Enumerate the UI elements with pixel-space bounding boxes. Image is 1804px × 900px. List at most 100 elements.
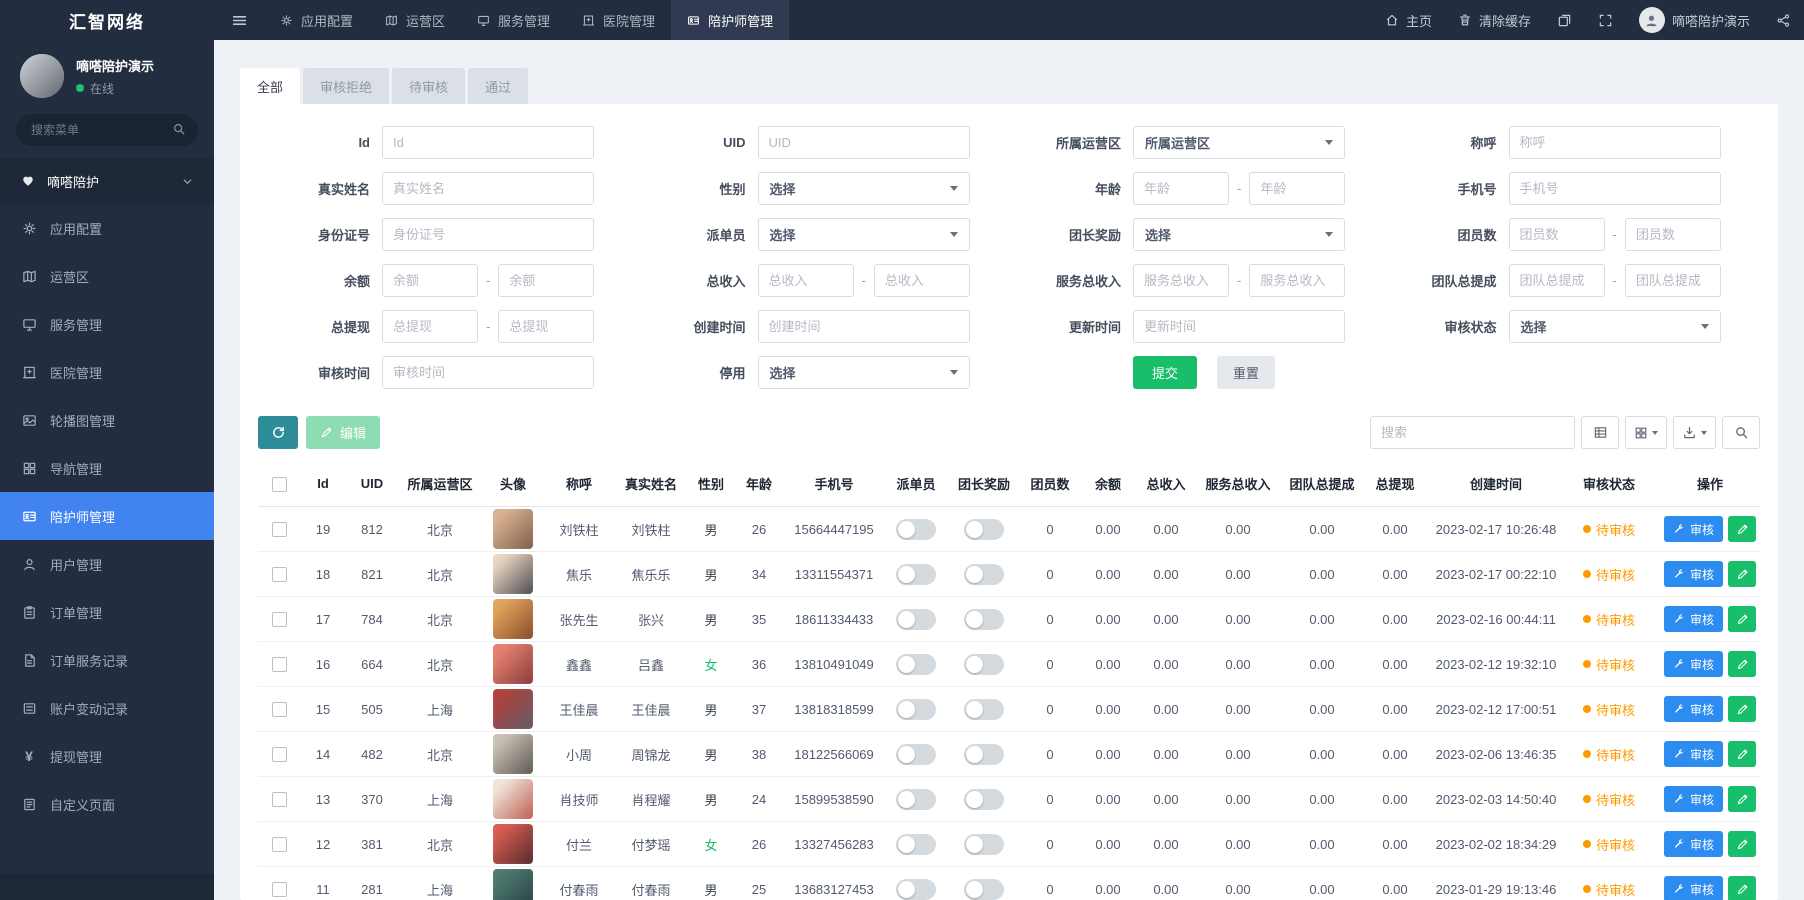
- row-checkbox[interactable]: [272, 792, 287, 807]
- topbar-tab-escorts[interactable]: 陪护师管理: [671, 0, 789, 40]
- escort-photo[interactable]: [493, 869, 533, 900]
- filter-service-income-min-input[interactable]: [1133, 264, 1229, 297]
- filter-uid-input[interactable]: [758, 126, 970, 159]
- row-checkbox[interactable]: [272, 702, 287, 717]
- dispatcher-toggle[interactable]: [896, 519, 936, 540]
- audit-button[interactable]: 审核: [1664, 561, 1723, 587]
- dispatcher-toggle[interactable]: [896, 834, 936, 855]
- topbar-tab-hospitals[interactable]: 医院管理: [566, 0, 671, 40]
- filter-audit-time-input[interactable]: [382, 356, 594, 389]
- leader-reward-toggle[interactable]: [964, 564, 1004, 585]
- refresh-button[interactable]: [258, 416, 298, 449]
- filter-withdraw-max-input[interactable]: [498, 310, 594, 343]
- row-edit-button[interactable]: [1728, 561, 1756, 587]
- filter-team-commission-max-input[interactable]: [1625, 264, 1721, 297]
- row-edit-button[interactable]: [1728, 741, 1756, 767]
- dispatcher-toggle[interactable]: [896, 699, 936, 720]
- sidebar-search-input[interactable]: [16, 114, 198, 146]
- row-checkbox[interactable]: [272, 612, 287, 627]
- refresh-tabs-button[interactable]: [1544, 0, 1585, 40]
- escort-photo[interactable]: [493, 734, 533, 774]
- filter-team-commission-min-input[interactable]: [1509, 264, 1605, 297]
- row-checkbox[interactable]: [272, 567, 287, 582]
- filter-id-input[interactable]: [382, 126, 594, 159]
- topbar-tab-regions[interactable]: 运营区: [369, 0, 461, 40]
- reset-button[interactable]: 重置: [1217, 356, 1275, 389]
- audit-button[interactable]: 审核: [1664, 651, 1723, 677]
- audit-button[interactable]: 审核: [1664, 516, 1723, 542]
- leader-reward-toggle[interactable]: [964, 834, 1004, 855]
- escort-photo[interactable]: [493, 779, 533, 819]
- status-tab-rejected[interactable]: 审核拒绝: [303, 68, 389, 104]
- leader-reward-toggle[interactable]: [964, 879, 1004, 900]
- filter-age-min-input[interactable]: [1133, 172, 1229, 205]
- row-checkbox[interactable]: [272, 522, 287, 537]
- sidebar-item-regions[interactable]: 运营区: [0, 252, 214, 300]
- topbar-user-menu[interactable]: 嘀嗒陪护演示: [1626, 0, 1763, 40]
- filter-leader-reward-select[interactable]: 选择: [1133, 218, 1345, 251]
- escort-photo[interactable]: [493, 824, 533, 864]
- table-wrapper[interactable]: IdUID所属运营区头像称呼真实姓名性别年龄手机号派单员团长奖励团员数余额总收入…: [258, 461, 1760, 900]
- dispatcher-toggle[interactable]: [896, 609, 936, 630]
- search-toggle-button[interactable]: [1722, 416, 1760, 449]
- filter-age-max-input[interactable]: [1249, 172, 1345, 205]
- sidebar-item-users[interactable]: 用户管理: [0, 540, 214, 588]
- row-checkbox[interactable]: [272, 657, 287, 672]
- filter-dispatcher-select[interactable]: 选择: [758, 218, 970, 251]
- dispatcher-toggle[interactable]: [896, 789, 936, 810]
- hamburger-menu-icon[interactable]: [214, 0, 264, 40]
- audit-button[interactable]: 审核: [1664, 831, 1723, 857]
- filter-members-min-input[interactable]: [1509, 218, 1605, 251]
- escort-photo[interactable]: [493, 689, 533, 729]
- export-button[interactable]: [1673, 416, 1716, 449]
- dispatcher-toggle[interactable]: [896, 744, 936, 765]
- row-checkbox[interactable]: [272, 882, 287, 897]
- filter-gender-select[interactable]: 选择: [758, 172, 970, 205]
- columns-button[interactable]: [1625, 416, 1667, 449]
- sidebar-item-escorts[interactable]: 陪护师管理: [0, 492, 214, 540]
- sidebar-item-withdrawals[interactable]: ¥ 提现管理: [0, 732, 214, 780]
- edit-button[interactable]: 编辑: [306, 416, 380, 449]
- leader-reward-toggle[interactable]: [964, 519, 1004, 540]
- filter-income-max-input[interactable]: [874, 264, 970, 297]
- share-button[interactable]: [1763, 0, 1804, 40]
- audit-button[interactable]: 审核: [1664, 696, 1723, 722]
- table-search-input[interactable]: [1370, 416, 1575, 449]
- sidebar-item-navigation[interactable]: 导航管理: [0, 444, 214, 492]
- row-edit-button[interactable]: [1728, 876, 1756, 900]
- filter-region-select[interactable]: 所属运营区: [1133, 126, 1345, 159]
- row-edit-button[interactable]: [1728, 831, 1756, 857]
- sidebar-item-account-logs[interactable]: 账户变动记录: [0, 684, 214, 732]
- filter-disabled-select[interactable]: 选择: [758, 356, 970, 389]
- status-tab-approved[interactable]: 通过: [468, 68, 528, 104]
- row-edit-button[interactable]: [1728, 786, 1756, 812]
- escort-photo[interactable]: [493, 599, 533, 639]
- row-edit-button[interactable]: [1728, 696, 1756, 722]
- sidebar-item-banners[interactable]: 轮播图管理: [0, 396, 214, 444]
- sidebar-item-app-config[interactable]: 应用配置: [0, 204, 214, 252]
- leader-reward-toggle[interactable]: [964, 789, 1004, 810]
- row-edit-button[interactable]: [1728, 651, 1756, 677]
- home-link[interactable]: 主页: [1372, 0, 1445, 40]
- escort-photo[interactable]: [493, 509, 533, 549]
- leader-reward-toggle[interactable]: [964, 699, 1004, 720]
- filter-withdraw-min-input[interactable]: [382, 310, 478, 343]
- sidebar-item-hospitals[interactable]: 医院管理: [0, 348, 214, 396]
- sidebar-item-services[interactable]: 服务管理: [0, 300, 214, 348]
- row-edit-button[interactable]: [1728, 516, 1756, 542]
- filter-balance-max-input[interactable]: [498, 264, 594, 297]
- fullscreen-button[interactable]: [1585, 0, 1626, 40]
- row-edit-button[interactable]: [1728, 606, 1756, 632]
- detail-view-button[interactable]: [1581, 416, 1619, 449]
- audit-button[interactable]: 审核: [1664, 876, 1723, 900]
- row-checkbox[interactable]: [272, 837, 287, 852]
- dispatcher-toggle[interactable]: [896, 564, 936, 585]
- dispatcher-toggle[interactable]: [896, 654, 936, 675]
- escort-photo[interactable]: [493, 554, 533, 594]
- filter-nick-input[interactable]: [1509, 126, 1721, 159]
- leader-reward-toggle[interactable]: [964, 744, 1004, 765]
- sidebar-item-orders[interactable]: 订单管理: [0, 588, 214, 636]
- audit-button[interactable]: 审核: [1664, 786, 1723, 812]
- filter-audit-status-select[interactable]: 选择: [1509, 310, 1721, 343]
- dispatcher-toggle[interactable]: [896, 879, 936, 900]
